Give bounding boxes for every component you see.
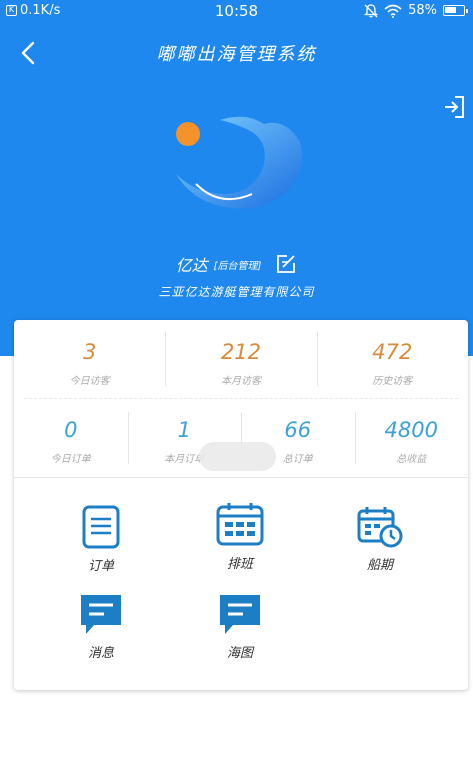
document-icon	[82, 505, 120, 549]
stat-today-orders: 0 今日订单	[14, 400, 128, 476]
company-name: 三亚亿达游艇管理有限公司	[158, 285, 315, 299]
stat-label: 本月访客	[220, 376, 261, 387]
menu-item-label: 船期	[366, 558, 393, 573]
menu-item-label: 排班	[226, 557, 253, 572]
battery-percent: 58%	[408, 3, 437, 18]
stat-value: 3	[82, 340, 97, 364]
menu-item-label: 消息	[87, 646, 114, 661]
stat-value: 472	[372, 340, 413, 364]
app-logo	[176, 116, 303, 209]
menu-item-label: 海图	[226, 646, 253, 661]
stat-value: 0	[64, 418, 78, 442]
logout-button[interactable]	[441, 94, 467, 120]
edit-profile-button[interactable]	[275, 253, 297, 275]
status-bar: K 0.1K/s 10:58 58%	[0, 0, 473, 22]
battery-icon	[443, 5, 468, 16]
mute-bell-icon	[364, 3, 379, 17]
status-right: 58%	[364, 3, 468, 18]
nav-bar: 嘟嘟出海管理系统	[0, 28, 473, 78]
menu-item-sailing[interactable]: 船期	[335, 506, 425, 573]
profile-name: 亿达	[175, 256, 208, 275]
stat-label: 总收益	[396, 454, 427, 465]
profile-role: [后台管理]	[213, 260, 262, 272]
row-divider	[24, 398, 458, 399]
menu-item-orders[interactable]: 订单	[56, 505, 146, 574]
page-title: 嘟嘟出海管理系统	[156, 44, 317, 65]
stat-label: 历史访客	[372, 376, 413, 387]
stat-value: 66	[284, 418, 312, 442]
section-divider	[14, 477, 468, 478]
menu-item-messages[interactable]: 消息	[56, 592, 146, 661]
chat-icon	[220, 595, 260, 634]
calendar-clock-icon	[357, 507, 403, 548]
chat-icon	[81, 595, 121, 634]
visitor-stats-row: 3 今日访客 212 本月访客 472 历史访客	[14, 320, 468, 398]
calendar-icon	[216, 503, 264, 546]
stat-label: 今日访客	[69, 376, 110, 387]
profile-line: 亿达 [后台管理]	[0, 252, 473, 276]
logout-icon	[445, 96, 464, 118]
stat-month-visitors: 212 本月访客	[165, 320, 316, 398]
edit-icon	[277, 255, 296, 273]
menu-item-schedule[interactable]: 排班	[195, 501, 285, 572]
stat-value: 212	[220, 340, 262, 364]
menu-item-label: 订单	[87, 559, 114, 574]
stat-history-visitors: 472 历史访客	[316, 320, 468, 398]
menu-item-charts[interactable]: 海图	[195, 592, 285, 661]
stat-today-visitors: 3 今日访客	[14, 320, 165, 398]
stat-total-revenue: 4800 总收益	[354, 400, 469, 476]
stat-value: 1	[177, 418, 191, 442]
wifi-icon	[384, 4, 402, 18]
toast-overlay	[199, 442, 276, 471]
stat-value: 4800	[384, 418, 438, 442]
stat-label: 今日订单	[50, 454, 91, 465]
